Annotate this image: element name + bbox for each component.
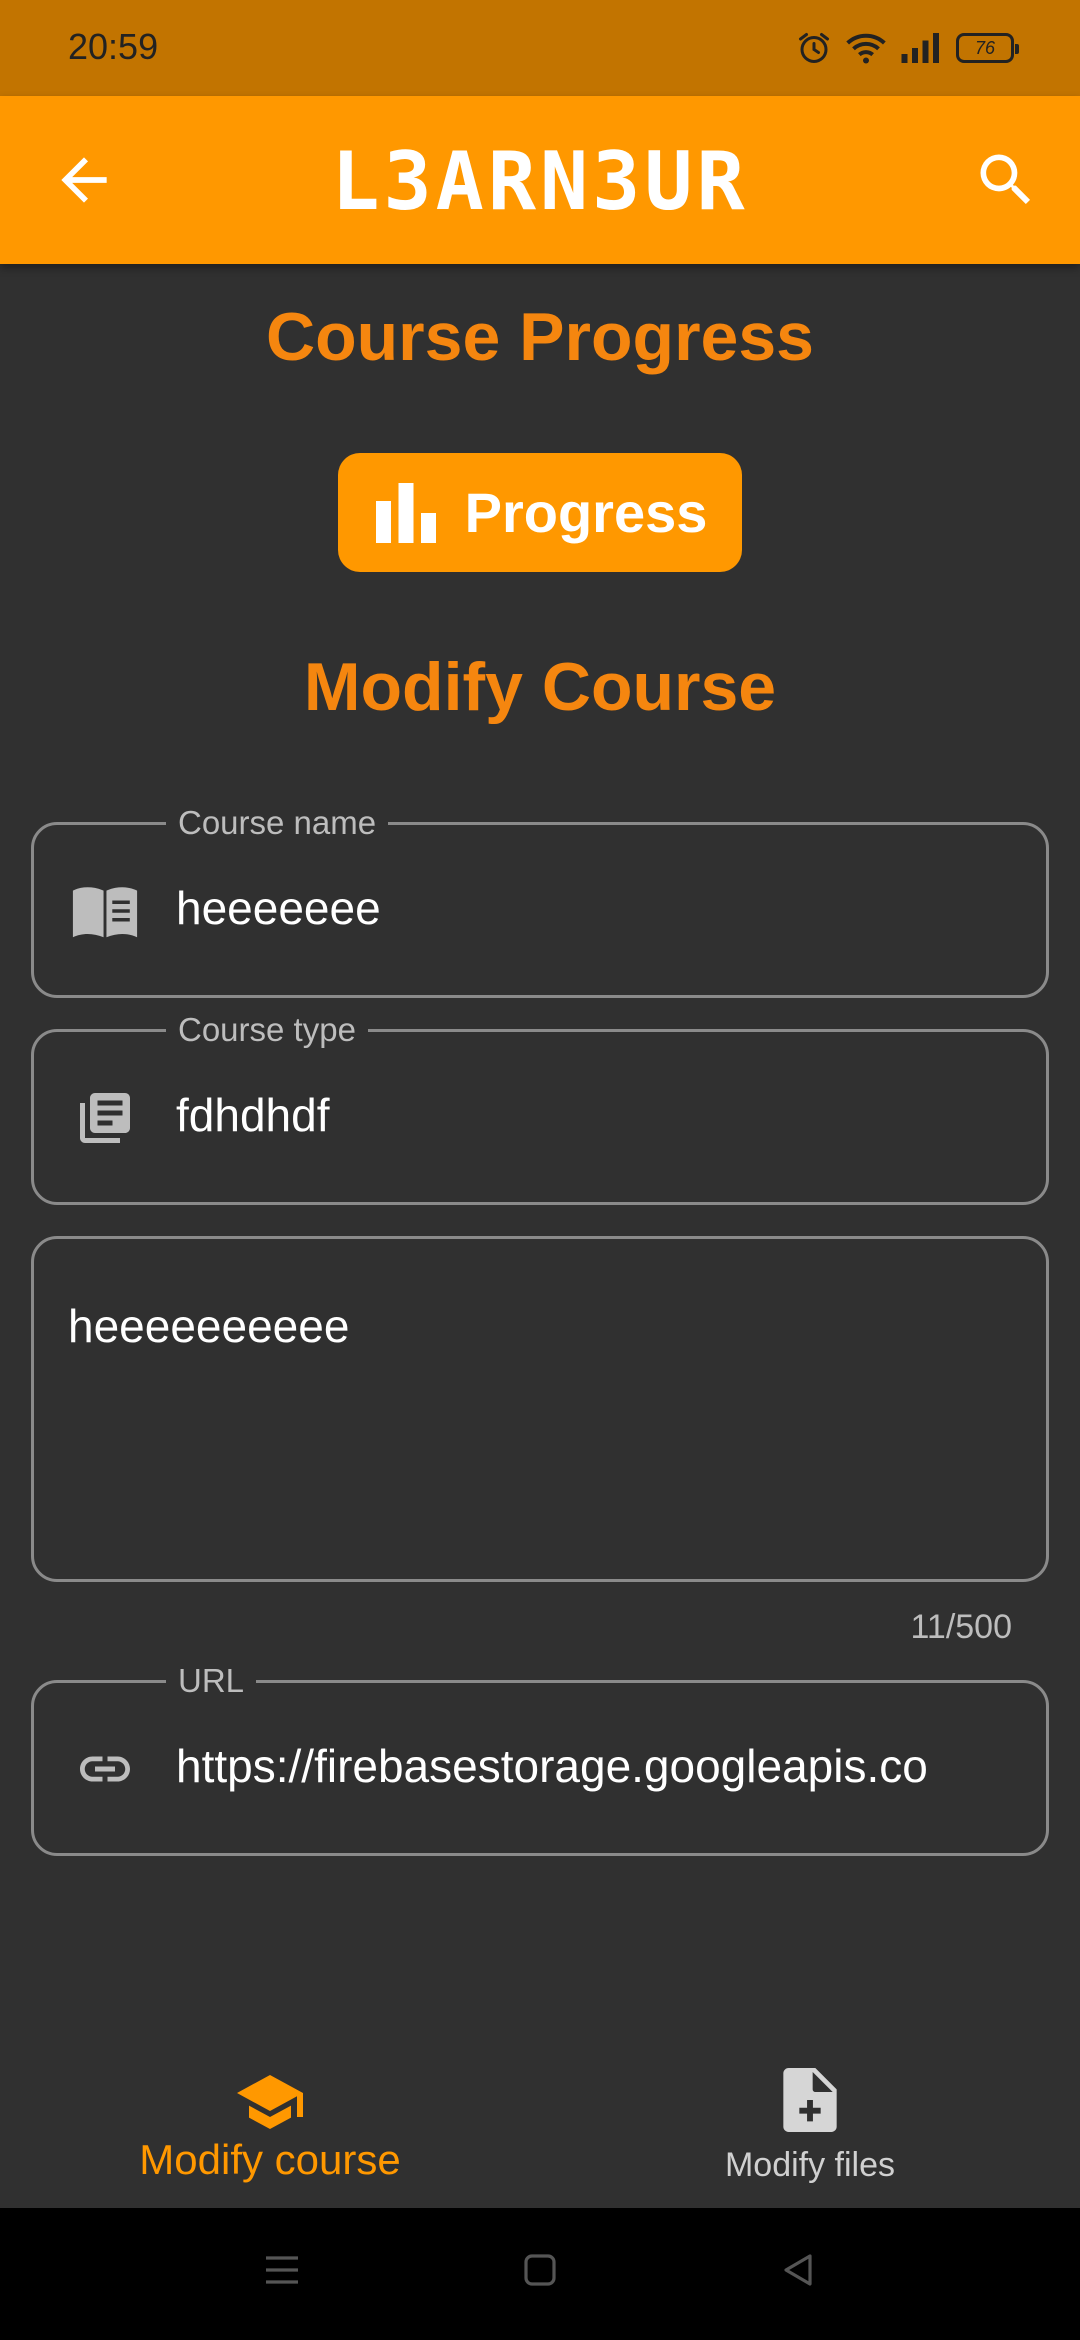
course-progress-heading: Course Progress (266, 299, 814, 375)
course-type-value: fdhdhdf (176, 1089, 330, 1141)
status-time: 20:59 (68, 26, 159, 67)
url-label: URL (166, 1661, 257, 1701)
graduation-cap-icon (237, 2075, 303, 2129)
description-counter: 11/500 (910, 1608, 1012, 1646)
battery-icon: 76 (956, 33, 1019, 63)
course-name-field[interactable]: Course name heeeeeee (31, 803, 1049, 998)
home-icon[interactable] (520, 2250, 560, 2290)
alarm-icon (799, 33, 829, 63)
course-type-label: Course type (166, 1010, 368, 1050)
url-value: https://firebasestorage.googleapis.co (176, 1740, 928, 1792)
course-type-field[interactable]: Course type fdhdhdf (31, 1010, 1049, 1205)
search-icon[interactable] (972, 146, 1040, 214)
modify-course-heading: Modify Course (303, 649, 777, 725)
course-name-label: Course name (166, 803, 389, 843)
progress-button-label: Progress (464, 481, 708, 544)
nav-modify-course-label: Modify course (139, 2136, 401, 2183)
bottom-navigation: Modify course Modify files (0, 2050, 1080, 2208)
description-field[interactable]: heeeeeeeeee (31, 1236, 1049, 1582)
nav-modify-files[interactable]: Modify files (540, 2050, 1080, 2208)
status-bar: 20:59 76 (0, 0, 1080, 96)
nav-modify-course[interactable]: Modify course (0, 2050, 540, 2208)
nav-modify-files-label: Modify files (724, 2146, 896, 2184)
book-open-icon (72, 887, 138, 938)
app-title: L3ARN3UR (331, 135, 749, 228)
library-books-icon (80, 1093, 130, 1143)
wifi-icon (846, 33, 886, 64)
menu-icon[interactable] (262, 2250, 302, 2290)
url-field[interactable]: URL https://firebasestorage.googleapis.c… (31, 1661, 1049, 1856)
link-icon (80, 1756, 130, 1782)
app-bar: L3ARN3UR (0, 96, 1080, 264)
file-add-icon (783, 2068, 837, 2132)
back-triangle-icon[interactable] (778, 2250, 818, 2290)
system-navigation-bar (0, 2208, 1080, 2340)
bar-chart-icon (375, 482, 436, 543)
course-name-value: heeeeeee (176, 882, 381, 934)
description-value: heeeeeeeeee (68, 1300, 350, 1352)
progress-button[interactable]: Progress (338, 453, 742, 572)
status-icons: 76 (796, 26, 1019, 70)
signal-icon (901, 33, 939, 63)
